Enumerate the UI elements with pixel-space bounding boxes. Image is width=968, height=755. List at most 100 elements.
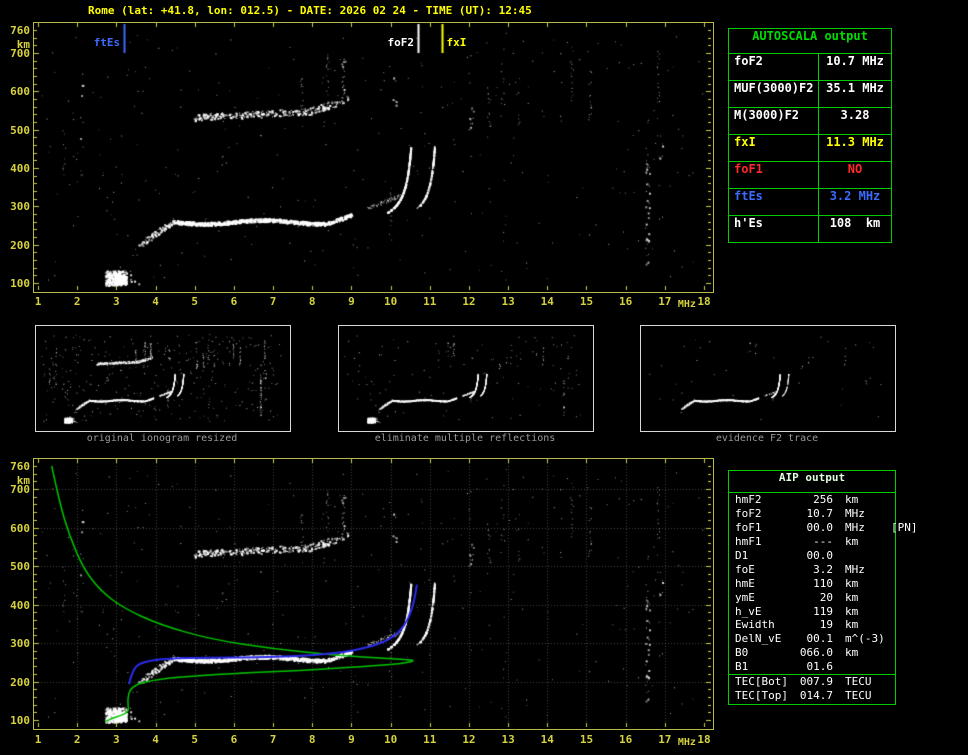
y-tick-label: 300 xyxy=(10,637,30,651)
aip-u: km xyxy=(845,576,859,590)
aip-l: DelN_vE xyxy=(735,632,782,646)
aip-row: hmF1 --- km xyxy=(729,535,895,549)
aip-u: MHz xyxy=(845,521,865,535)
aip-v: 01.6 xyxy=(806,660,834,674)
x-tick-label: 7 xyxy=(269,295,277,308)
aip-row: D1 00.0 xyxy=(729,549,895,563)
x-tick-label: 8 xyxy=(308,295,316,308)
aip-row: foE 3.2 MHz xyxy=(729,562,895,576)
aip-u: km xyxy=(845,590,859,604)
autoscala-row: foF2 10.7 MHz xyxy=(729,54,891,81)
autoscala-table-rows: foF2 10.7 MHz MUF(3000)F2 35.1 MHz M(3000)F2… xyxy=(729,54,891,242)
aip-v: 256 xyxy=(813,493,833,507)
thumb-caption-no-multiples: eliminate multiple reflections xyxy=(374,433,556,444)
autoscala-row: MUF(3000)F2 35.1 MHz xyxy=(729,81,891,108)
x-tick-label: 10 xyxy=(383,733,398,746)
aip-v: 110 xyxy=(813,576,833,590)
autoscala-param-value: 3.2 MHz xyxy=(818,189,891,215)
autoscala-param-label: MUF(3000)F2 xyxy=(734,81,814,95)
aip-row: B0 066.0 km xyxy=(729,646,895,660)
autoscala-row: foF1 NO xyxy=(729,162,891,189)
aip-v: 00.0 xyxy=(806,521,834,535)
bottom-ionogram-frame xyxy=(33,458,714,730)
aip-v: 066.0 xyxy=(799,646,833,660)
aip-row: foF2 10.7 MHz xyxy=(729,507,895,521)
autoscala-row: fxI 11.3 MHz xyxy=(729,135,891,162)
autoscala-param-label: ftEs xyxy=(734,189,763,203)
aip-row: h_vE 119 km xyxy=(729,604,895,618)
autoscala-param-value: 3.28 xyxy=(818,108,891,134)
aip-row: TEC[Top] 014.7 TECU xyxy=(729,688,895,702)
x-tick-label: 6 xyxy=(230,733,238,746)
aip-l: hmF1 xyxy=(735,535,762,549)
thumb-f2-trace-canvas xyxy=(641,326,893,429)
x-tick-label: 16 xyxy=(619,733,633,746)
aip-v: 00.0 xyxy=(806,549,834,562)
x-tick-label: 8 xyxy=(308,733,316,746)
y-tick-label: 500 xyxy=(10,123,30,137)
aip-l: ymE xyxy=(735,590,755,604)
autoscala-app-window: Rome (lat: +41.8, lon: 012.5) - DATE: 20… xyxy=(0,0,968,755)
aip-u: m^(-3) xyxy=(845,632,885,646)
x-tick-label: 10 xyxy=(383,295,398,308)
thumb-f2-trace-frame xyxy=(640,325,896,432)
aip-v: 007.9 xyxy=(799,675,833,689)
x-tick-label: 9 xyxy=(348,295,355,308)
autoscala-row: M(3000)F2 3.28 xyxy=(729,108,891,135)
x-tick-label: 15 xyxy=(579,733,594,746)
autoscala-param-value: 11.3 MHz xyxy=(818,135,891,161)
aip-l: TEC[Top] xyxy=(735,688,788,702)
aip-row: hmF2 256 km xyxy=(729,493,895,507)
aip-l: TEC[Bot] xyxy=(735,675,788,689)
x-tick-label: 7 xyxy=(269,733,277,746)
aip-v: --- xyxy=(813,535,833,549)
autoscala-param-value: NO xyxy=(818,162,891,188)
aip-table-title: AIP output xyxy=(729,471,895,493)
x-tick-label: 1 xyxy=(34,295,42,308)
y-tick-label: 200 xyxy=(10,238,30,252)
aip-row: DelN_vE 00.1 m^(-3) xyxy=(729,632,895,646)
top-ionogram-frame xyxy=(33,22,714,293)
aip-v: 014.7 xyxy=(799,688,833,702)
autoscala-param-label: foF1 xyxy=(734,162,763,176)
autoscala-row: ftEs 3.2 MHz xyxy=(729,189,891,216)
x-tick-label: 14 xyxy=(540,733,554,746)
station-date-time-header: Rome (lat: +41.8, lon: 012.5) - DATE: 20… xyxy=(88,4,532,17)
x-tick-label: 13 xyxy=(501,295,515,308)
aip-l: B1 xyxy=(735,660,749,674)
x-tick-label: 11 xyxy=(423,295,437,308)
x-tick-label: 16 xyxy=(619,295,633,308)
x-tick-label: 9 xyxy=(348,733,355,746)
aip-l: hmE xyxy=(735,576,755,590)
aip-table-rows: hmF2 256 km foF2 10.7 MHz foF1 00.0 MHz [PN] hmF1 -… xyxy=(729,493,918,702)
x-tick-label: 12 xyxy=(462,295,476,308)
marker-ftEs: ftEs xyxy=(93,36,121,49)
marker-foF2: foF2 xyxy=(387,36,415,49)
aip-v: 19 xyxy=(819,618,833,632)
x-axis-unit-label: MHz xyxy=(677,737,696,748)
aip-u: km xyxy=(845,535,859,549)
aip-v: 10.7 xyxy=(806,507,834,521)
y-tick-label: 400 xyxy=(10,598,30,612)
aip-row: hmE 110 km xyxy=(729,576,895,590)
aip-l: foE xyxy=(735,562,755,576)
aip-v: 20 xyxy=(819,590,833,604)
x-tick-label: 3 xyxy=(113,295,120,308)
thumb-original-ionogram-canvas xyxy=(36,326,288,429)
x-tick-label: 11 xyxy=(423,733,437,746)
x-tick-label: 6 xyxy=(230,295,238,308)
y-tick-label: 760 xyxy=(10,460,30,473)
thumb-caption-f2-trace: evidence F2 trace xyxy=(715,433,819,444)
aip-v: 119 xyxy=(813,604,833,618)
aip-row: ymE 20 km xyxy=(729,590,895,604)
x-tick-label: 5 xyxy=(191,733,199,746)
top-ionogram-canvas xyxy=(34,23,711,290)
y-tick-label: 760 xyxy=(10,24,30,37)
aip-l: Ewidth xyxy=(735,618,775,632)
aip-u: TECU xyxy=(845,688,872,702)
x-tick-label: 17 xyxy=(658,733,672,746)
x-tick-label: 13 xyxy=(501,733,515,746)
aip-l: foF1 xyxy=(735,521,762,535)
aip-u: km xyxy=(845,604,859,618)
aip-row: Ewidth 19 km xyxy=(729,618,895,632)
